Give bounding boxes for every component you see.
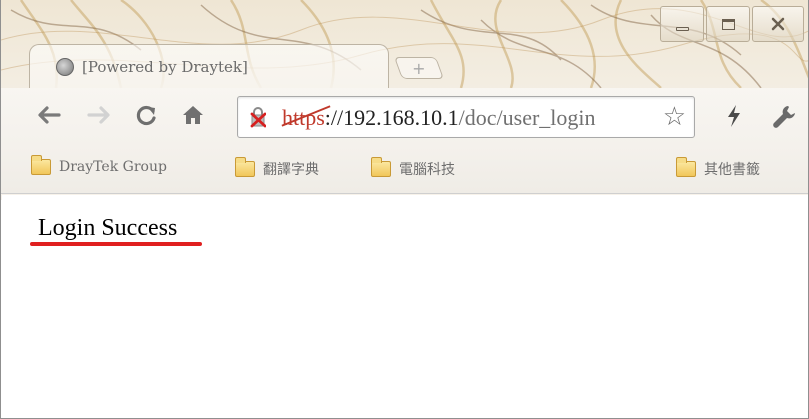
bookmark-star-button[interactable]: ☆ [663,103,686,131]
folder-icon [371,157,391,177]
forward-arrow-icon [87,106,110,124]
close-window-button[interactable] [752,6,804,42]
bookmark-folder-draytek-group[interactable]: DrayTek Group [31,155,167,175]
browser-tab-active[interactable]: [Powered by Draytek] [29,44,389,88]
bookmark-folder-translation[interactable]: 翻譯字典 [235,157,319,179]
minimize-button[interactable] [660,6,704,42]
lightning-bolt-icon [728,105,740,127]
other-bookmarks-folder[interactable]: 其他書籤 [676,157,760,179]
bookmark-label: 翻譯字典 [263,162,319,178]
extension-button[interactable] [725,104,743,132]
window-controls [660,6,804,42]
reload-icon [136,105,156,126]
highlight-underline [30,242,202,246]
bookmark-folder-computer-tech[interactable]: 電腦科技 [371,157,455,179]
bookmarks-bar: DrayTek Group 翻譯字典 電腦科技 其他書籤 [1,146,808,194]
forward-button[interactable] [87,105,111,129]
broken-lock-icon [250,107,266,128]
maximize-icon [721,18,735,30]
minimize-icon [675,27,689,31]
plus-icon: + [412,58,426,78]
address-bar[interactable]: https://192.168.10.1/doc/user_login ☆ [237,96,695,138]
new-tab-button[interactable]: + [393,57,445,79]
folder-icon [676,157,696,177]
navigation-toolbar: https://192.168.10.1/doc/user_login ☆ [1,88,808,146]
wrench-icon [773,106,795,128]
star-icon: ☆ [662,102,686,132]
globe-icon [56,57,74,76]
back-arrow-icon [38,106,61,124]
bookmark-label: 電腦科技 [399,162,455,178]
browser-window: [Powered by Draytek] +://192.168.10.1/d… [0,0,809,419]
bookmark-label: DrayTek Group [59,159,167,175]
tab-title: [Powered by Draytek] [82,57,248,76]
folder-icon [31,155,51,175]
page-content: Login Success [2,195,808,418]
back-button[interactable] [37,105,61,129]
close-icon [771,17,785,31]
home-icon [183,106,203,124]
folder-icon [235,157,255,177]
reload-button[interactable] [135,105,157,133]
url-text: https://192.168.10.1/doc/user_login [281,105,596,131]
settings-button[interactable] [771,104,797,134]
home-button[interactable] [181,103,205,131]
maximize-button[interactable] [706,6,750,42]
url-scheme: https [281,105,331,130]
url-host: ://192.168.10.1 [324,105,459,130]
bookmark-label: 其他書籤 [704,162,760,178]
url-path: /doc/user_login [458,105,596,130]
login-status-message: Login Success [38,215,178,241]
